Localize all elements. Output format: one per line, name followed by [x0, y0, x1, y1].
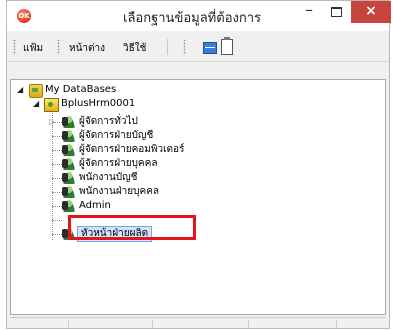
- tree-node-label: Admin: [79, 200, 111, 211]
- user-group-icon: [62, 171, 76, 184]
- user-group-icon: [62, 129, 76, 142]
- tree-node-label: My DataBases: [45, 84, 117, 95]
- database-tree[interactable]: ◢ My DataBases ◢ BplusHrm0001 ▷ ผู้จัดกา…: [10, 79, 386, 315]
- user-group-icon: [62, 143, 76, 156]
- tree-connector: [52, 164, 62, 165]
- tree-connector: [52, 220, 62, 221]
- window-title: เลือกฐานข้อมูลที่ต้องการ: [123, 11, 261, 26]
- database-icon: [44, 98, 59, 112]
- database-select-window: OK เลือกฐานข้อมูลที่ต้องการ – × แฟ้ม หน้…: [6, 0, 391, 330]
- toolbar-grip-icon[interactable]: [57, 39, 60, 55]
- collapse-icon[interactable]: ◢: [33, 97, 39, 111]
- tree-node-label: ผู้จัดการฝ่ายคอมพิวเตอร์: [79, 144, 185, 155]
- menu-window[interactable]: หน้าต่าง: [69, 41, 105, 56]
- tree-node-label: พนักงานฝ่ายบุคคล: [79, 186, 160, 197]
- tree-connector: [52, 206, 62, 207]
- tree-connector: [52, 192, 62, 193]
- database-folder-icon: [29, 84, 43, 98]
- status-cell: [10, 320, 69, 328]
- tree-node-label: ผู้จัดการทั่วไป: [79, 116, 138, 127]
- user-group-icon: [62, 185, 76, 198]
- toolbar-separator: [167, 39, 168, 55]
- status-cell: [152, 320, 249, 328]
- grid-view-icon[interactable]: [203, 42, 217, 54]
- expand-icon[interactable]: ▷: [49, 115, 55, 129]
- status-bar: [10, 317, 386, 330]
- menu-file[interactable]: แฟ้ม: [23, 41, 43, 56]
- minimize-button[interactable]: –: [297, 1, 321, 23]
- tree-connector: [52, 150, 62, 151]
- close-button[interactable]: ×: [351, 1, 391, 23]
- status-cell: [248, 320, 337, 328]
- tree-node-label: ผู้จัดการฝ่ายบุคคล: [79, 158, 158, 169]
- toolbar: แฟ้ม หน้าต่าง วิธีใช้: [7, 33, 389, 62]
- red-highlight-box: [68, 215, 196, 240]
- maximize-button[interactable]: [323, 1, 349, 23]
- user-group-icon: [62, 199, 76, 212]
- app-logo-icon: OK: [17, 9, 31, 23]
- menu-help[interactable]: วิธีใช้: [123, 41, 146, 56]
- user-group-icon: [62, 115, 76, 128]
- tree-node-label: BplusHrm0001: [61, 98, 136, 109]
- tree-connector: [52, 136, 62, 137]
- collapse-icon[interactable]: ◢: [17, 83, 23, 97]
- title-bar: OK เลือกฐานข้อมูลที่ต้องการ – ×: [7, 1, 391, 31]
- tree-connector: [52, 178, 62, 179]
- tree-node-label: ผู้จัดการฝ่ายบัญชี: [79, 130, 154, 141]
- clipboard-icon[interactable]: [221, 37, 233, 55]
- status-cell: [68, 320, 153, 328]
- tree-node-label: พนักงานบัญชี: [79, 172, 138, 183]
- maximize-icon: [330, 7, 342, 17]
- toolbar-grip-icon[interactable]: [183, 39, 186, 55]
- user-group-icon: [62, 157, 76, 170]
- tree-connector: [52, 234, 62, 235]
- toolbar-grip-icon[interactable]: [13, 39, 16, 55]
